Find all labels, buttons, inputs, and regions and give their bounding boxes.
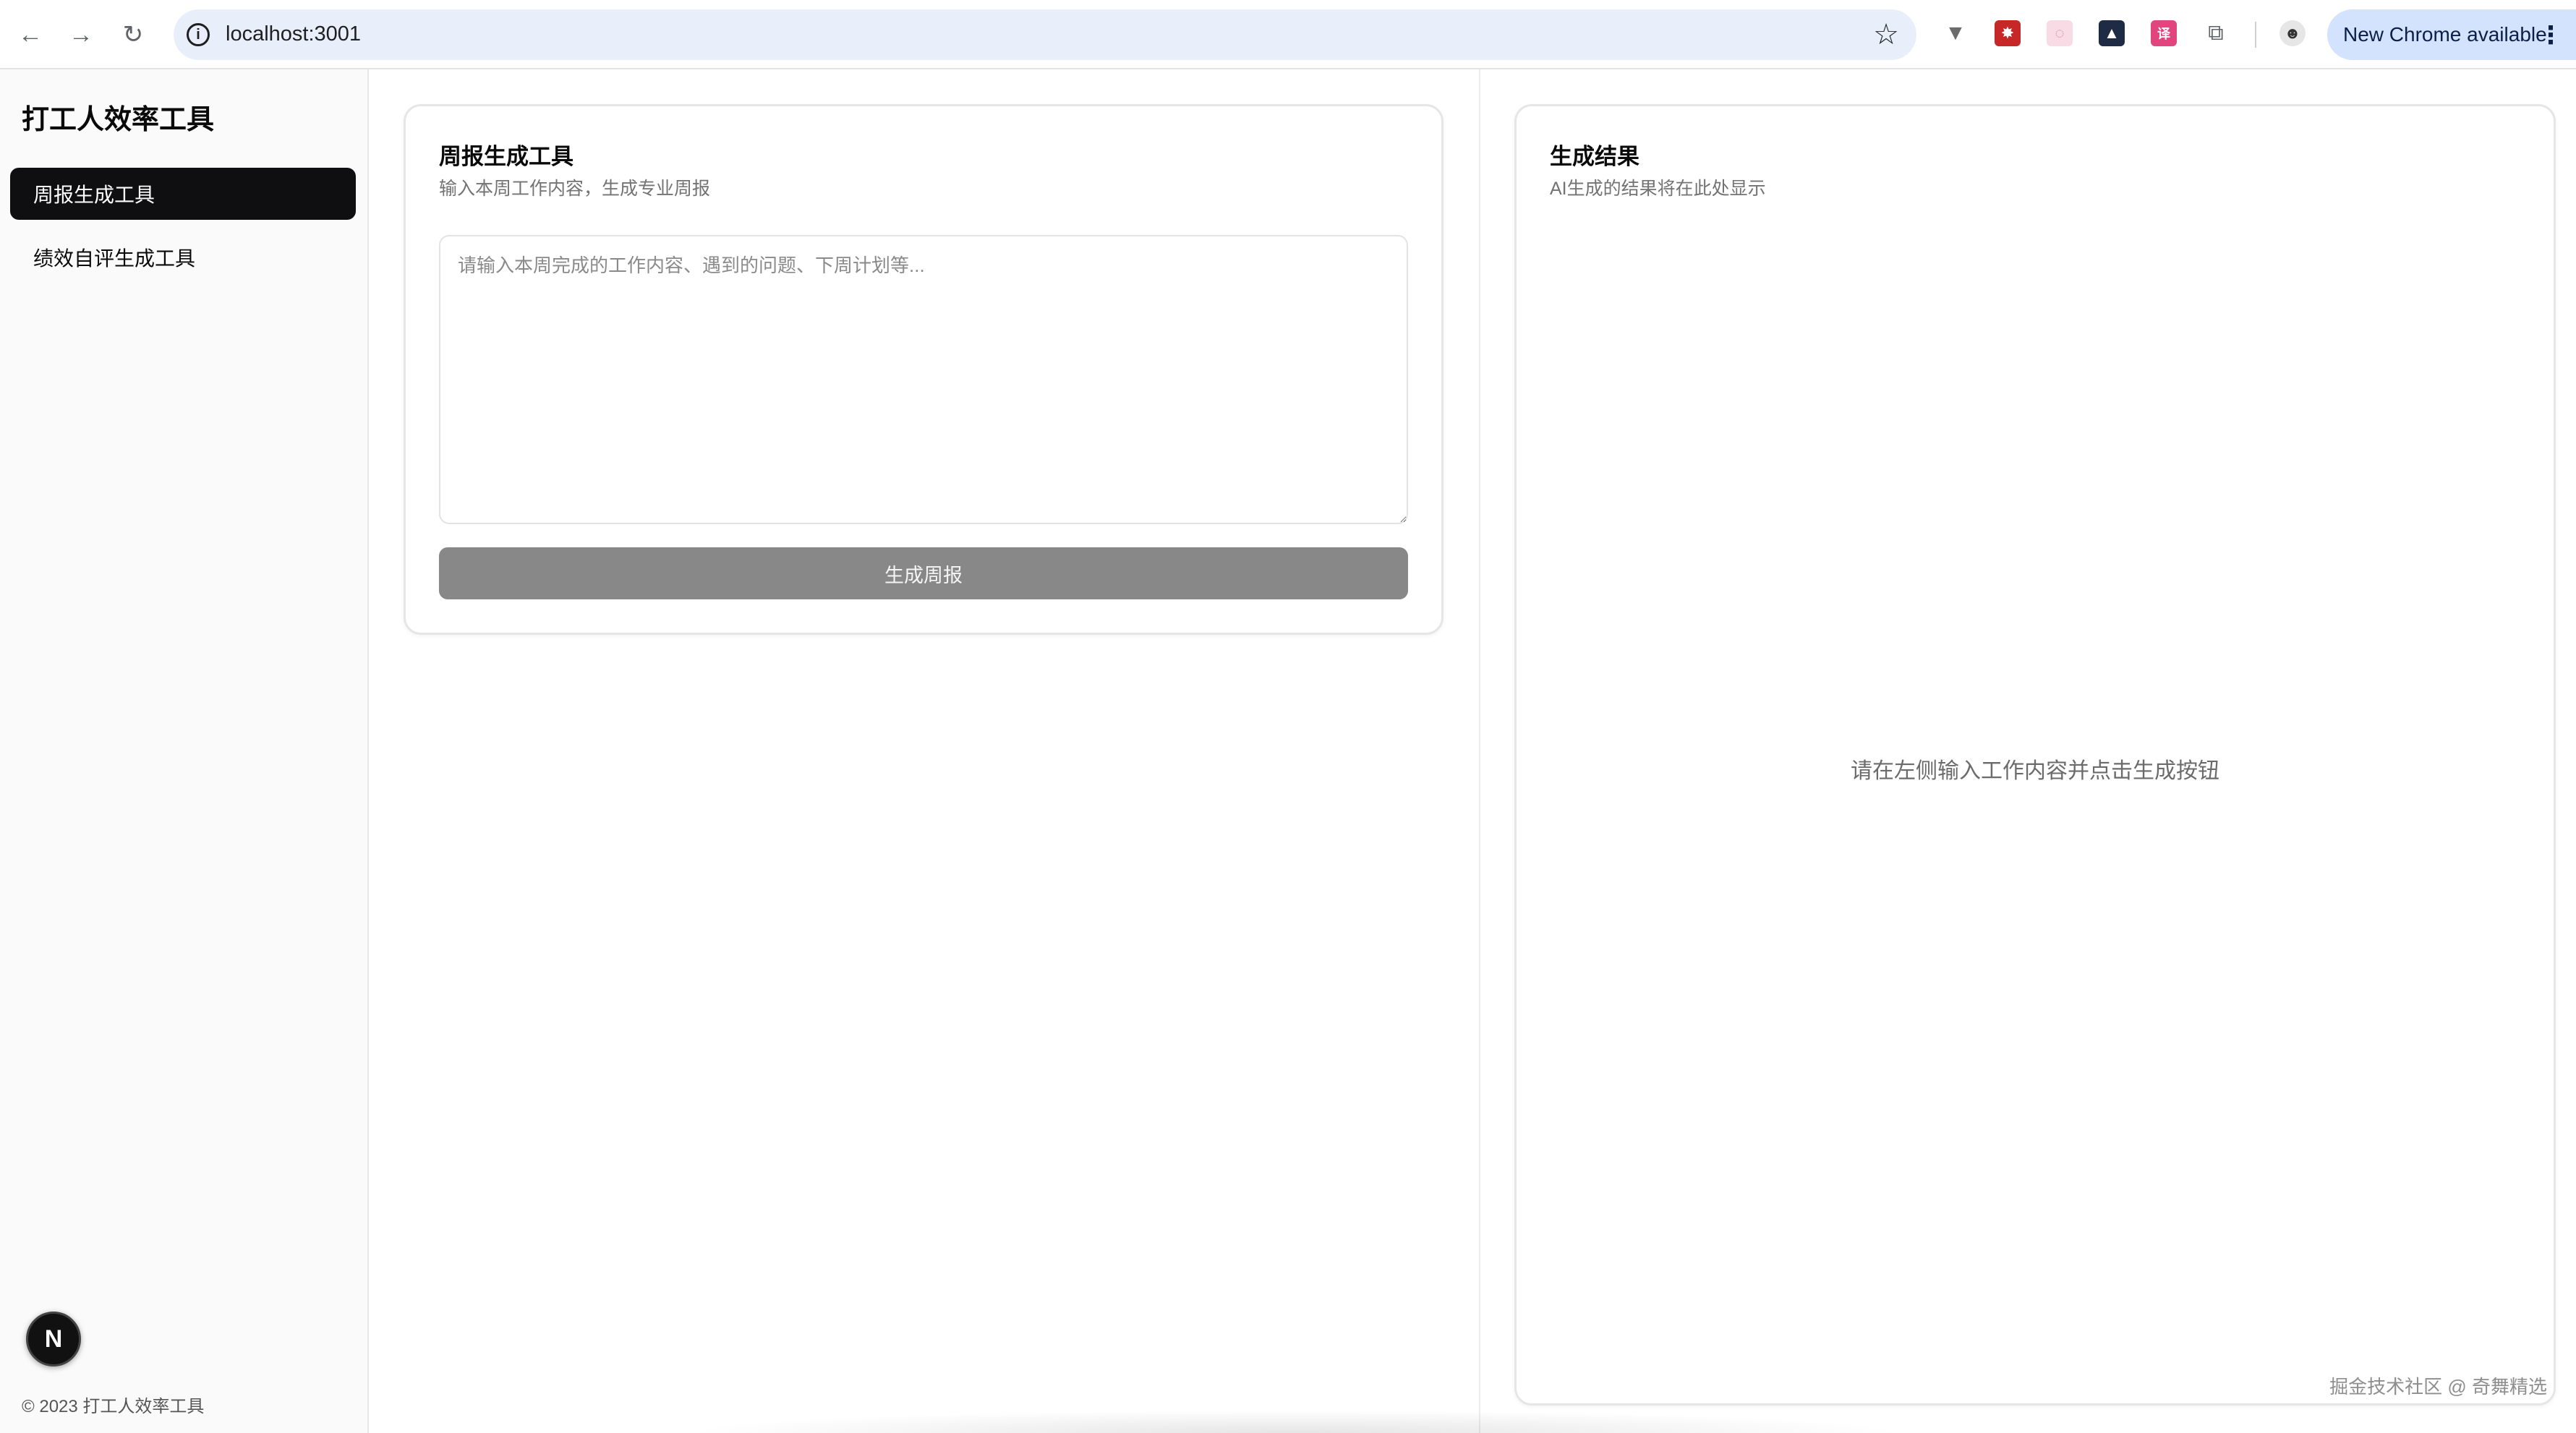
- kebab-menu-icon[interactable]: ⋮: [2538, 21, 2563, 50]
- card-subtitle: 输入本周工作内容，生成专业周报: [439, 179, 711, 199]
- forward-button[interactable]: →: [64, 17, 98, 52]
- weekly-report-card: 周报生成工具 输入本周工作内容，生成专业周报 生成周报: [404, 104, 1443, 635]
- new-chrome-available-button[interactable]: New Chrome available ⋮: [2327, 9, 2576, 60]
- bookmark-star-icon[interactable]: ☆: [1873, 18, 1899, 51]
- toolbar-separator: [2255, 22, 2256, 48]
- sidebar-item-label: 绩效自评生成工具: [33, 247, 196, 270]
- ext-dark-icon[interactable]: ▲: [2099, 20, 2125, 46]
- card-title: 周报生成工具: [439, 144, 573, 169]
- column-divider: [1479, 69, 1480, 1433]
- ext-pink-icon[interactable]: ◌: [2047, 20, 2073, 46]
- app-title: 打工人效率工具: [22, 105, 215, 135]
- watermark: 掘金技术社区 @ 奇舞精选: [2329, 1376, 2547, 1398]
- nextjs-dev-badge[interactable]: N: [26, 1312, 81, 1366]
- sidebar-item-self-review[interactable]: 绩效自评生成工具: [10, 231, 356, 283]
- bottom-shadow: [680, 1410, 1909, 1433]
- url-text[interactable]: localhost:3001: [226, 22, 361, 46]
- update-label: New Chrome available: [2343, 23, 2547, 46]
- sidebar: 打工人效率工具 周报生成工具 绩效自评生成工具 © 2023 打工人效率工具: [0, 69, 369, 1433]
- reload-icon: ↻: [122, 21, 144, 48]
- sidebar-item-label: 周报生成工具: [33, 184, 155, 206]
- sidebar-footer: © 2023 打工人效率工具: [22, 1397, 205, 1416]
- work-content-input[interactable]: [439, 235, 1408, 524]
- ext-translate-icon[interactable]: 译: [2151, 20, 2177, 46]
- back-button[interactable]: ←: [13, 17, 48, 52]
- nextjs-logo-icon: N: [44, 1325, 63, 1353]
- arrow-right-icon: →: [69, 21, 93, 48]
- card-title: 生成结果: [1550, 144, 1639, 169]
- result-card: 生成结果 AI生成的结果将在此处显示 请在左侧输入工作内容并点击生成按钮: [1514, 104, 2556, 1406]
- site-info-icon[interactable]: i: [187, 23, 210, 46]
- ext-red-icon[interactable]: ✸: [1995, 20, 2021, 46]
- address-bar[interactable]: i localhost:3001 ☆: [174, 9, 1916, 60]
- arrow-left-icon: ←: [18, 21, 43, 48]
- browser-toolbar: ← → ↻ i localhost:3001 ☆ ▼ ✸ ◌ ▲ 译 ⧉ ☻ N…: [0, 0, 2576, 69]
- profile-avatar-icon[interactable]: ☻: [2279, 20, 2306, 46]
- generate-report-button[interactable]: 生成周报: [439, 547, 1408, 599]
- vue-devtools-icon[interactable]: ▼: [1942, 20, 1969, 46]
- card-subtitle: AI生成的结果将在此处显示: [1550, 179, 1766, 199]
- sidebar-item-weekly-report[interactable]: 周报生成工具: [10, 168, 356, 220]
- empty-state-hint: 请在左侧输入工作内容并点击生成按钮: [1851, 759, 2219, 783]
- reload-button[interactable]: ↻: [116, 17, 150, 52]
- extensions-puzzle-icon[interactable]: ⧉: [2203, 20, 2229, 46]
